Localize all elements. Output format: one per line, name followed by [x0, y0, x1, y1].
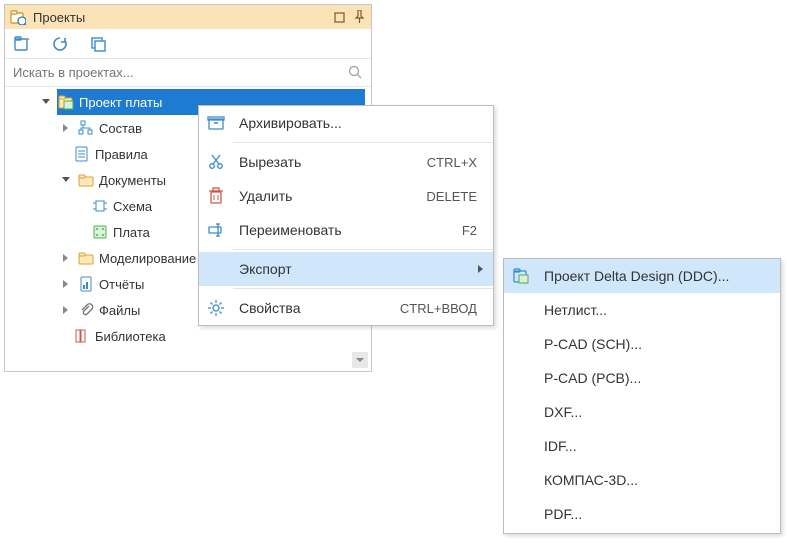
search-icon[interactable] [348, 65, 363, 80]
rename-icon [207, 221, 225, 239]
refresh-button[interactable] [51, 35, 69, 53]
export-item-kompas[interactable]: КОМПАС-3D... [504, 463, 780, 497]
export-item-pcad-sch[interactable]: P-CAD (SCH)... [504, 327, 780, 361]
export-item-pcad-pcb[interactable]: P-CAD (PCB)... [504, 361, 780, 395]
menu-shortcut: F2 [462, 223, 493, 238]
tree-label: Моделирование [99, 251, 196, 266]
panel-toolbar [5, 29, 371, 59]
tree-label: Плата [113, 225, 150, 240]
collapse-all-button[interactable] [89, 35, 107, 53]
gear-icon [207, 299, 225, 317]
cut-icon [207, 153, 225, 171]
tree-label: Библиотека [95, 329, 166, 344]
caret-down-icon[interactable] [39, 95, 53, 109]
tree-label: Файлы [99, 303, 140, 318]
menu-shortcut: DELETE [426, 189, 493, 204]
menu-shortcut: CTRL+X [427, 155, 493, 170]
export-submenu: Проект Delta Design (DDC)... Нетлист... … [503, 258, 781, 534]
menu-label: КОМПАС-3D... [538, 472, 780, 488]
scroll-down-button[interactable] [352, 352, 368, 368]
new-project-button[interactable] [13, 35, 31, 53]
menu-item-delete[interactable]: Удалить DELETE [199, 179, 493, 213]
menu-label: P-CAD (SCH)... [538, 336, 780, 352]
caret-right-icon[interactable] [59, 251, 73, 265]
maximize-button[interactable] [331, 9, 347, 25]
export-item-idf[interactable]: IDF... [504, 429, 780, 463]
folder-icon [77, 171, 95, 189]
caret-down-icon[interactable] [59, 173, 73, 187]
menu-separator [233, 249, 493, 250]
menu-label: Вырезать [233, 154, 427, 170]
project-export-icon [512, 267, 530, 285]
menu-item-cut[interactable]: Вырезать CTRL+X [199, 145, 493, 179]
search-input[interactable] [13, 65, 348, 80]
search-row [5, 59, 371, 87]
menu-item-properties[interactable]: Свойства CTRL+ВВОД [199, 291, 493, 325]
menu-label: Архивировать... [233, 115, 493, 131]
panel-icon [9, 8, 27, 26]
panel-title: Проекты [31, 10, 327, 25]
tree-label: Отчёты [99, 277, 144, 292]
rules-icon [73, 145, 91, 163]
trash-icon [207, 187, 225, 205]
project-folder-icon [57, 93, 75, 111]
menu-label: Свойства [233, 300, 400, 316]
tree-label: Документы [99, 173, 166, 188]
menu-shortcut: CTRL+ВВОД [400, 301, 493, 316]
menu-separator [233, 288, 493, 289]
folder-icon [77, 249, 95, 267]
attachment-icon [77, 301, 95, 319]
export-item-netlist[interactable]: Нетлист... [504, 293, 780, 327]
archive-icon [207, 114, 225, 132]
schematic-icon [91, 197, 109, 215]
tree-item-library[interactable]: Библиотека [5, 323, 371, 349]
submenu-arrow-icon [477, 264, 485, 274]
menu-label: PDF... [538, 506, 780, 522]
caret-right-icon[interactable] [59, 121, 73, 135]
menu-label: IDF... [538, 438, 780, 454]
composition-icon [77, 119, 95, 137]
export-item-pdf[interactable]: PDF... [504, 497, 780, 531]
menu-item-export[interactable]: Экспорт [199, 252, 493, 286]
menu-label: DXF... [538, 404, 780, 420]
export-item-dxf[interactable]: DXF... [504, 395, 780, 429]
menu-item-archive[interactable]: Архивировать... [199, 106, 493, 140]
tree-label: Проект платы [75, 95, 162, 110]
menu-label: Экспорт [233, 261, 493, 277]
export-item-ddc[interactable]: Проект Delta Design (DDC)... [504, 259, 780, 293]
tree-label: Состав [99, 121, 142, 136]
pin-button[interactable] [351, 9, 367, 25]
menu-label: Нетлист... [538, 302, 780, 318]
context-menu: Архивировать... Вырезать CTRL+X Удалить … [198, 105, 494, 326]
menu-item-rename[interactable]: Переименовать F2 [199, 213, 493, 247]
caret-right-icon[interactable] [59, 277, 73, 291]
library-icon [73, 327, 91, 345]
menu-separator [233, 142, 493, 143]
menu-label: Переименовать [233, 222, 462, 238]
menu-label: P-CAD (PCB)... [538, 370, 780, 386]
menu-label: Удалить [233, 188, 426, 204]
board-icon [91, 223, 109, 241]
panel-header: Проекты [5, 5, 371, 29]
tree-label: Схема [113, 199, 152, 214]
report-icon [77, 275, 95, 293]
tree-label: Правила [95, 147, 148, 162]
caret-right-icon[interactable] [59, 303, 73, 317]
menu-label: Проект Delta Design (DDC)... [538, 268, 780, 284]
